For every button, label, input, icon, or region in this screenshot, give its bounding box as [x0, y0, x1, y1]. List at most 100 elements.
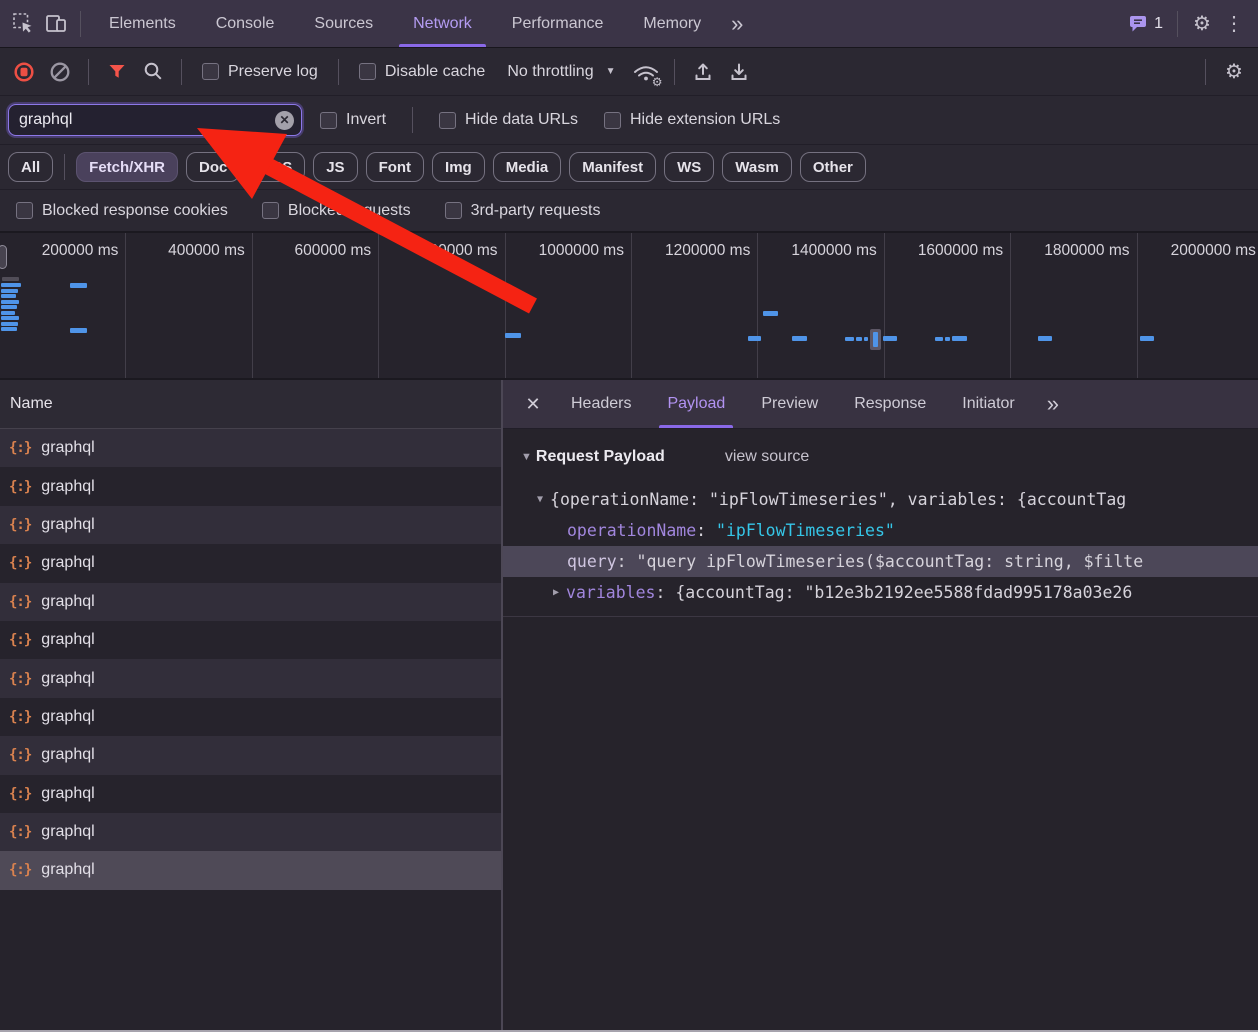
fetch-xhr-icon: {:} — [9, 671, 31, 687]
detail-tab-headers[interactable]: Headers — [553, 380, 649, 428]
blocked-requests-checkbox[interactable] — [262, 202, 279, 219]
type-filter-ws[interactable]: WS — [664, 152, 714, 182]
hide-extension-urls-toggle[interactable]: Hide extension URLs — [596, 111, 788, 129]
overview-request-mark — [1, 300, 19, 304]
payload-query-row-selected[interactable]: query "query ipFlowTimeseries($accountTa… — [503, 546, 1258, 577]
kebab-menu-icon[interactable]: ⋮ — [1218, 8, 1250, 40]
overview-column: 1000000 ms — [506, 233, 632, 378]
detail-tab-preview[interactable]: Preview — [743, 380, 836, 428]
type-filter-js[interactable]: JS — [313, 152, 357, 182]
filter-input-box: ✕ — [8, 104, 302, 136]
overview-scroll-handle[interactable] — [0, 245, 7, 269]
type-filter-css[interactable]: CSS — [248, 152, 305, 182]
type-filter-doc[interactable]: Doc — [186, 152, 240, 182]
3rd-party-requests-toggle[interactable]: 3rd-party requests — [437, 202, 609, 220]
overview-column: 1600000 ms — [885, 233, 1011, 378]
tab-sources[interactable]: Sources — [294, 0, 393, 47]
type-filter-wasm[interactable]: Wasm — [722, 152, 792, 182]
detail-tab-payload[interactable]: Payload — [649, 380, 743, 428]
overview-column: 800000 ms — [379, 233, 505, 378]
disable-cache-toggle[interactable]: Disable cache — [351, 63, 494, 81]
filter-funnel-icon[interactable] — [101, 56, 133, 88]
network-toolbar: Preserve log Disable cache No throttling… — [0, 48, 1258, 96]
toolbar-right-actions: 1 ⚙ ⋮ — [1122, 8, 1258, 40]
invert-checkbox[interactable] — [320, 112, 337, 129]
request-row[interactable]: {:}graphql — [0, 775, 501, 813]
tab-memory[interactable]: Memory — [623, 0, 721, 47]
request-row[interactable]: {:}graphql — [0, 506, 501, 544]
payload-value: "query ipFlowTimeseries($accountTag: str… — [637, 552, 1144, 571]
more-tabs-icon[interactable]: » — [721, 11, 753, 37]
expand-triangle-icon[interactable]: ▶ — [553, 587, 559, 598]
clear-filter-icon[interactable]: ✕ — [275, 111, 294, 130]
disable-cache-checkbox[interactable] — [359, 63, 376, 80]
3rd-party-requests-checkbox[interactable] — [445, 202, 462, 219]
request-row[interactable]: {:}graphql — [0, 429, 501, 467]
request-row[interactable]: {:}graphql — [0, 467, 501, 505]
payload-root-row[interactable]: ▼ {operationName: "ipFlowTimeseries", va… — [503, 484, 1258, 515]
type-filter-media[interactable]: Media — [493, 152, 562, 182]
filter-input[interactable] — [19, 111, 275, 129]
overview-request-mark — [792, 336, 807, 341]
device-toolbar-icon[interactable] — [40, 8, 72, 40]
detail-tab-initiator[interactable]: Initiator — [944, 380, 1032, 428]
overview-column: 600000 ms — [253, 233, 379, 378]
clear-network-log-icon[interactable] — [44, 56, 76, 88]
more-detail-tabs-icon[interactable]: » — [1033, 380, 1073, 428]
close-icon[interactable]: ✕ — [513, 380, 553, 428]
type-filter-other[interactable]: Other — [800, 152, 866, 182]
console-messages-indicator[interactable]: 1 — [1122, 14, 1169, 33]
import-har-icon[interactable] — [687, 56, 719, 88]
request-row[interactable]: {:}graphql — [0, 851, 501, 889]
type-filter-all[interactable]: All — [8, 152, 53, 182]
detail-tab-response[interactable]: Response — [836, 380, 944, 428]
request-row[interactable]: {:}graphql — [0, 544, 501, 582]
network-settings-gear-icon[interactable]: ⚙ — [1218, 56, 1250, 88]
network-overview-timeline[interactable]: 200000 ms400000 ms600000 ms800000 ms1000… — [0, 233, 1258, 380]
request-name: graphql — [41, 554, 94, 572]
overview-request-mark — [1, 311, 15, 315]
request-row[interactable]: {:}graphql — [0, 659, 501, 697]
preserve-log-toggle[interactable]: Preserve log — [194, 63, 326, 81]
hide-extension-urls-checkbox[interactable] — [604, 112, 621, 129]
type-filter-img[interactable]: Img — [432, 152, 485, 182]
type-filter-font[interactable]: Font — [366, 152, 424, 182]
request-row[interactable]: {:}graphql — [0, 583, 501, 621]
overview-request-mark — [864, 337, 868, 341]
blocked-response-cookies-checkbox[interactable] — [16, 202, 33, 219]
payload-operation-row[interactable]: operationName "ipFlowTimeseries" — [503, 515, 1258, 546]
invert-toggle[interactable]: Invert — [312, 111, 394, 129]
hide-data-urls-checkbox[interactable] — [439, 112, 456, 129]
export-har-icon[interactable] — [723, 56, 755, 88]
fetch-xhr-icon: {:} — [9, 479, 31, 495]
blocked-response-cookies-toggle[interactable]: Blocked response cookies — [8, 202, 236, 220]
inspect-element-icon[interactable] — [8, 8, 40, 40]
collapse-triangle-icon[interactable]: ▼ — [521, 451, 532, 463]
overview-request-mark — [1038, 336, 1052, 341]
type-filter-manifest[interactable]: Manifest — [569, 152, 656, 182]
view-source-link[interactable]: view source — [725, 448, 809, 466]
payload-variables-row[interactable]: ▶ variables {accountTag: "b12e3b2192ee55… — [503, 577, 1258, 608]
search-icon[interactable] — [137, 56, 169, 88]
request-row[interactable]: {:}graphql — [0, 621, 501, 659]
request-row[interactable]: {:}graphql — [0, 813, 501, 851]
blocked-requests-toggle[interactable]: Blocked requests — [254, 202, 419, 220]
overview-tick-label: 1000000 ms — [539, 242, 624, 259]
hide-data-urls-toggle[interactable]: Hide data URLs — [431, 111, 586, 129]
preserve-log-checkbox[interactable] — [202, 63, 219, 80]
request-row[interactable]: {:}graphql — [0, 698, 501, 736]
type-filter-fetch-xhr[interactable]: Fetch/XHR — [76, 152, 178, 182]
settings-gear-icon[interactable]: ⚙ — [1186, 8, 1218, 40]
collapse-triangle-icon[interactable]: ▼ — [537, 494, 543, 505]
request-row[interactable]: {:}graphql — [0, 736, 501, 774]
tab-performance[interactable]: Performance — [492, 0, 624, 47]
divider — [88, 59, 89, 85]
tab-console[interactable]: Console — [196, 0, 295, 47]
network-conditions-icon[interactable]: ⚙ — [630, 57, 662, 87]
record-network-log-icon[interactable] — [8, 56, 40, 88]
name-column-header[interactable]: Name — [0, 380, 501, 429]
tab-elements[interactable]: Elements — [89, 0, 196, 47]
throttling-select[interactable]: No throttling ▼ — [497, 63, 625, 81]
payload-tree: ▼ {operationName: "ipFlowTimeseries", va… — [503, 484, 1258, 617]
tab-network[interactable]: Network — [393, 0, 492, 47]
